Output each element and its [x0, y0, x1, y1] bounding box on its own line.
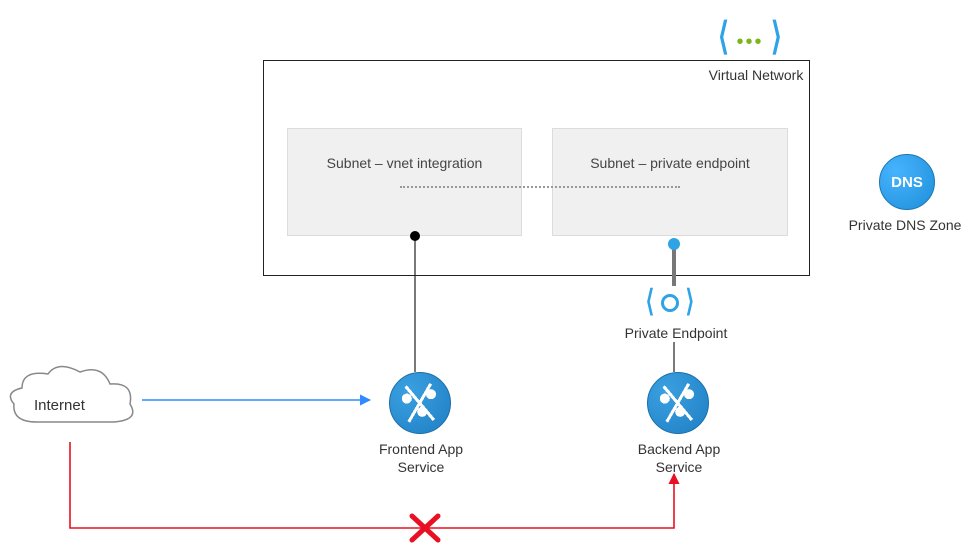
subnet-vnet-integration-label: Subnet – vnet integration — [327, 155, 483, 171]
dns-icon: DNS — [879, 154, 935, 210]
private-dns-zone-node: DNS — [872, 154, 942, 210]
frontend-app-service-node — [380, 372, 460, 434]
private-dns-zone-label: Private DNS Zone — [840, 216, 970, 234]
subnet-peering-line — [400, 186, 680, 188]
architecture-diagram: ⟨ ••• ⟩ Virtual Network Subnet – vnet in… — [0, 0, 977, 557]
virtual-network-icon: ⟨ ••• ⟩ — [720, 18, 780, 62]
backend-app-service-label: Backend App Service — [614, 440, 744, 476]
app-service-icon — [647, 372, 709, 434]
virtual-network-label: Virtual Network — [696, 66, 816, 84]
frontend-app-service-label: Frontend App Service — [356, 440, 486, 476]
deny-x-icon — [412, 516, 438, 540]
subnet-private-endpoint-label: Subnet – private endpoint — [590, 155, 750, 171]
virtual-network-node: ⟨ ••• ⟩ — [720, 18, 800, 62]
subnet-private-endpoint: Subnet – private endpoint — [552, 128, 788, 236]
private-endpoint-node: ⟨ ⟩ — [646, 284, 706, 324]
backend-app-service-node — [638, 372, 718, 434]
private-endpoint-icon: ⟨ ⟩ — [646, 284, 694, 324]
dns-badge-text: DNS — [891, 174, 923, 191]
subnet-vnet-integration: Subnet – vnet integration — [287, 128, 522, 236]
internet-label: Internet — [34, 396, 114, 416]
private-endpoint-label: Private Endpoint — [606, 324, 746, 342]
app-service-icon — [389, 372, 451, 434]
